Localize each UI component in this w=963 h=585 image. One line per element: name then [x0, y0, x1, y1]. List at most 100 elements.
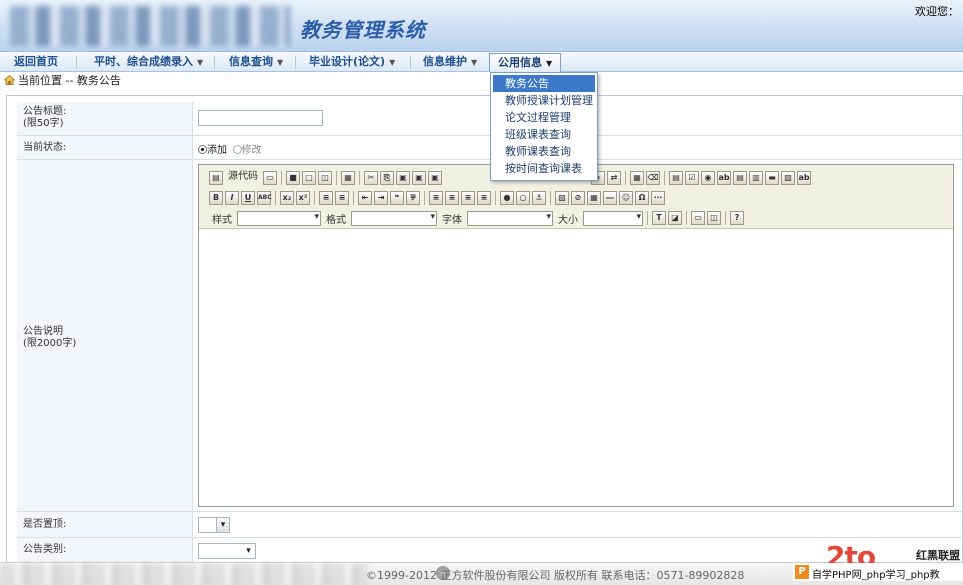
remove-format-icon[interactable]: ⌫ [646, 171, 660, 185]
description-label-cell: 公告说明 (限2000字) [17, 160, 193, 511]
source-icon[interactable]: ▤ [209, 171, 223, 185]
numbered-list-icon[interactable]: ≡ [319, 191, 333, 205]
menu-grade-entry[interactable]: 平时、综合成绩录入 ▼ [94, 53, 203, 72]
image-icon[interactable]: ▨ [555, 191, 569, 205]
title-input[interactable] [198, 110, 323, 126]
title-label-cell: 公告标题: (限50字) [17, 102, 193, 135]
hidden-field-icon[interactable]: ab [797, 171, 811, 185]
title-hint: (限50字) [23, 118, 64, 129]
breadcrumb-text: 当前位置 -- 教务公告 [18, 74, 121, 87]
toolbar-divider [495, 191, 496, 205]
chevron-down-icon: ▾ [216, 518, 229, 532]
preview-icon[interactable]: ▭ [263, 171, 277, 185]
source-button[interactable]: 源代码 [225, 171, 261, 185]
pin-select[interactable]: ▾ [198, 517, 230, 533]
category-select[interactable]: ▾ [198, 543, 256, 559]
format-select[interactable] [351, 210, 437, 226]
font-label: 字体 [442, 214, 462, 226]
copy-icon[interactable]: ⎘ [380, 171, 394, 185]
form-icon[interactable]: ▤ [669, 171, 683, 185]
table-icon[interactable]: ▦ [587, 191, 601, 205]
print-preview-icon[interactable]: ◫ [318, 171, 332, 185]
header-banner: 教务管理系统 欢迎您： [0, 0, 963, 52]
toolbar-divider [359, 171, 360, 185]
menu-public-info[interactable]: 公用信息 ▼ [489, 53, 562, 72]
style-select[interactable] [237, 210, 321, 226]
watermark-brand: 红黑联盟 [916, 549, 960, 562]
smiley-icon[interactable]: ☺ [619, 191, 633, 205]
bg-color-icon[interactable]: ◪ [668, 211, 682, 225]
strike-icon[interactable]: ABC [257, 191, 272, 205]
bulleted-list-icon[interactable]: ≡ [335, 191, 349, 205]
dropdown-item-time-schedule[interactable]: 按时间查询课表 [491, 160, 597, 177]
status-add-radio[interactable] [198, 145, 207, 154]
toolbar-divider [625, 171, 626, 185]
maximize-icon[interactable]: ▭ [691, 211, 705, 225]
font-select[interactable] [467, 210, 553, 226]
show-blocks-icon[interactable]: ◫ [707, 211, 721, 225]
menu-home[interactable]: 返回首页 [14, 53, 58, 72]
select-field-icon[interactable]: ▥ [749, 171, 763, 185]
page-break-icon[interactable]: ⋯ [651, 191, 665, 205]
anchor-icon[interactable]: ⚓ [532, 191, 546, 205]
textfield-icon[interactable]: ab [717, 171, 731, 185]
help-icon[interactable]: ? [730, 211, 744, 225]
form-row-pin: 是否置顶: ▾ [17, 512, 963, 538]
dropdown-item-announcement[interactable]: 教务公告 [493, 75, 595, 92]
link-icon[interactable]: ● [500, 191, 514, 205]
menu-info-maintenance[interactable]: 信息维护 ▼ [423, 53, 477, 72]
copyright-text: ©1999-2012 正方软件股份有限公司 版权所有 联系电话：0571-899… [366, 569, 745, 582]
public-info-dropdown: 教务公告 教师授课计划管理 论文过程管理 班级课表查询 教师课表查询 按时间查询… [490, 72, 598, 181]
new-page-icon[interactable]: □ [302, 171, 316, 185]
radio-icon[interactable]: ◉ [701, 171, 715, 185]
format-label: 格式 [326, 214, 346, 226]
menu-graduation-design[interactable]: 毕业设计(论文) ▼ [309, 53, 395, 72]
toolbar-divider [664, 171, 665, 185]
pin-value-cell: ▾ [194, 512, 963, 537]
textarea-icon[interactable]: ▤ [733, 171, 747, 185]
checkbox-icon[interactable]: ☑ [685, 171, 699, 185]
paste-text-icon[interactable]: ▣ [412, 171, 426, 185]
blockquote-icon[interactable]: ❝ [390, 191, 404, 205]
dropdown-item-class-schedule[interactable]: 班级课表查询 [491, 126, 597, 143]
outdent-icon[interactable]: ⇤ [358, 191, 372, 205]
editor-toolbar-row-1b: ⌕ ⇄ ▦ ⌫ ▤ ☑ ◉ ab ▤ ▥ ▬ ▨ ab [591, 169, 811, 187]
div-icon[interactable]: ⅌ [406, 191, 420, 205]
bold-icon[interactable]: B [209, 191, 223, 205]
toolbar-divider [353, 191, 354, 205]
image-button-icon[interactable]: ▨ [781, 171, 795, 185]
paste-word-icon[interactable]: ▣ [428, 171, 442, 185]
description-label: 公告说明 [23, 326, 63, 337]
text-color-icon[interactable]: T [652, 211, 666, 225]
status-edit-radio[interactable] [232, 145, 242, 154]
button-field-icon[interactable]: ▬ [765, 171, 779, 185]
superscript-icon[interactable]: x² [296, 191, 310, 205]
unlink-icon[interactable]: ○ [516, 191, 530, 205]
indent-icon[interactable]: ⇥ [374, 191, 388, 205]
cut-icon[interactable]: ✂ [364, 171, 378, 185]
toolbar-divider [275, 191, 276, 205]
special-char-icon[interactable]: Ω [635, 191, 649, 205]
subscript-icon[interactable]: x₂ [280, 191, 294, 205]
italic-icon[interactable]: I [225, 191, 239, 205]
underline-icon[interactable]: U [241, 191, 255, 205]
align-left-icon[interactable]: ≡ [429, 191, 443, 205]
form-row-category: 公告类别: ▾ [17, 538, 963, 564]
select-all-icon[interactable]: ▦ [630, 171, 644, 185]
align-center-icon[interactable]: ≡ [445, 191, 459, 205]
menu-info-query[interactable]: 信息查询 ▼ [229, 53, 283, 72]
system-title: 教务管理系统 [300, 18, 426, 42]
save-icon[interactable]: ■ [286, 171, 300, 185]
paste-icon[interactable]: ▣ [396, 171, 410, 185]
templates-icon[interactable]: ▦ [341, 171, 355, 185]
dropdown-item-teacher-schedule[interactable]: 教师课表查询 [491, 143, 597, 160]
dropdown-item-thesis-process[interactable]: 论文过程管理 [491, 109, 597, 126]
size-select[interactable] [583, 210, 643, 226]
horizontal-rule-icon[interactable]: ― [603, 191, 617, 205]
editor-content-area[interactable] [199, 230, 953, 506]
align-right-icon[interactable]: ≡ [461, 191, 475, 205]
dropdown-item-teaching-plan[interactable]: 教师授课计划管理 [491, 92, 597, 109]
replace-icon[interactable]: ⇄ [607, 171, 621, 185]
flash-icon[interactable]: ⊘ [571, 191, 585, 205]
align-justify-icon[interactable]: ≡ [477, 191, 491, 205]
